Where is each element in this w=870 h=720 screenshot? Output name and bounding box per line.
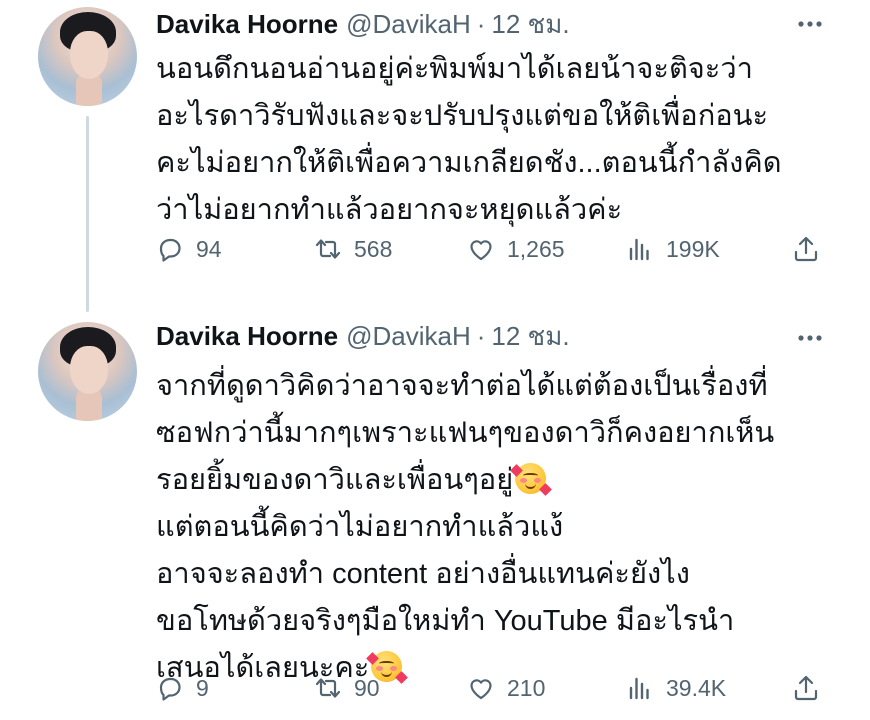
thread-connector-line [86, 116, 89, 312]
avatar-face [70, 31, 108, 79]
tweet-text-line: แต่ตอนนี้คิดว่าไม่อยากทำแล้วแง้ [156, 511, 564, 543]
tweet-text-line: จากที่ดูดาวิคิดว่าอาจจะทำต่อได้แต่ต้องเป… [156, 370, 768, 402]
tweet-text-line: คะไม่อยากให้ติเพื่อความเกลียดชัง...ตอนนี… [156, 147, 782, 179]
more-options-button[interactable] [790, 318, 830, 358]
tweet-text-line: รอยยิ้มของดาวิและเพื่อนๆอยู่ [156, 457, 836, 504]
tweet-text-segment: รอยยิ้มของดาวิและเพื่อนๆอยู่ [156, 464, 514, 496]
like-button[interactable]: 210 [467, 668, 545, 708]
smiling-face-with-hearts-emoji [510, 463, 553, 496]
retweet-icon [315, 239, 341, 259]
tweet-header: Davika Hoorne @DavikaH · 12 ชม. [156, 4, 570, 44]
tweet[interactable]: Davika Hoorne @DavikaH · 12 ชม. จากที่ดูดาว… [0, 310, 870, 720]
avatar[interactable] [38, 7, 137, 106]
share-icon [794, 675, 818, 701]
author-handle[interactable]: @DavikaH [346, 321, 471, 351]
views-button[interactable]: 39.4K [626, 668, 726, 708]
tweet-text-line: อาจจะลองทำ content อย่างอื่นแทนค่ะยังไง [156, 558, 690, 590]
tweet-text: นอนดึกนอนอ่านอยู่ค่ะพิมพ์มาได้เลยน้าจะติ… [156, 46, 836, 234]
share-button[interactable] [792, 229, 820, 269]
reply-icon [159, 238, 181, 262]
retweet-count: 90 [354, 674, 380, 701]
tweet-text-line: ขอโทษด้วยจริงๆมือใหม่ทำ YouTube มีอะไรนำ [156, 605, 735, 637]
tweet-text: จากที่ดูดาวิคิดว่าอาจจะทำต่อได้แต่ต้องเป… [156, 363, 836, 692]
tweet-text-line: ว่าไม่อยากทำแล้วอยากจะหยุดแล้วค่ะ [156, 194, 623, 226]
author-name[interactable]: Davika Hoorne [156, 9, 338, 39]
retweet-button[interactable]: 568 [314, 229, 392, 269]
author-name[interactable]: Davika Hoorne [156, 321, 338, 351]
tweet[interactable]: Davika Hoorne @DavikaH · 12 ชม. นอนดึกนอนอ่… [0, 0, 870, 312]
tweet-header: Davika Hoorne @DavikaH · 12 ชม. [156, 316, 570, 356]
avatar-face [70, 346, 108, 394]
more-icon [798, 21, 822, 27]
retweet-icon [315, 678, 341, 698]
share-button[interactable] [792, 668, 820, 708]
reply-button[interactable]: 94 [156, 229, 222, 269]
retweet-count: 568 [354, 235, 393, 262]
timestamp[interactable]: 12 ชม. [491, 321, 569, 351]
views-chart-icon [629, 238, 649, 261]
more-options-button[interactable] [790, 4, 830, 44]
reply-count: 94 [196, 235, 222, 262]
avatar[interactable] [38, 322, 137, 421]
tweet-text-line: อะไรดาวิรับฟังและจะปรับปรุงแต่ขอให้ติเพื… [156, 100, 769, 132]
separator-dot: · [476, 9, 486, 39]
like-count: 210 [507, 674, 546, 701]
retweet-button[interactable]: 90 [314, 668, 380, 708]
reply-count: 9 [196, 674, 209, 701]
like-button[interactable]: 1,265 [467, 229, 565, 269]
more-icon [798, 335, 822, 341]
separator-dot: · [476, 321, 486, 351]
tweet-text-line: นอนดึกนอนอ่านอยู่ค่ะพิมพ์มาได้เลยน้าจะติ… [156, 53, 753, 85]
views-button[interactable]: 199K [626, 229, 720, 269]
reply-button[interactable]: 9 [156, 668, 209, 708]
views-chart-icon [629, 677, 649, 700]
views-count: 199K [666, 235, 720, 262]
tweet-text-line: ซอฟกว่านี้มากๆเพราะแฟนๆของดาวิก็คงอยากเห… [156, 417, 775, 449]
views-count: 39.4K [666, 674, 727, 701]
action-bar: 9 90 210 39.4K [156, 668, 836, 708]
timestamp[interactable]: 12 ชม. [491, 9, 569, 39]
reply-icon [159, 677, 181, 701]
heart-icon [470, 240, 492, 261]
author-handle[interactable]: @DavikaH [346, 9, 471, 39]
like-count: 1,265 [507, 235, 565, 262]
share-icon [794, 236, 818, 262]
heart-icon [470, 679, 492, 700]
action-bar: 94 568 1,265 199K [156, 229, 836, 269]
